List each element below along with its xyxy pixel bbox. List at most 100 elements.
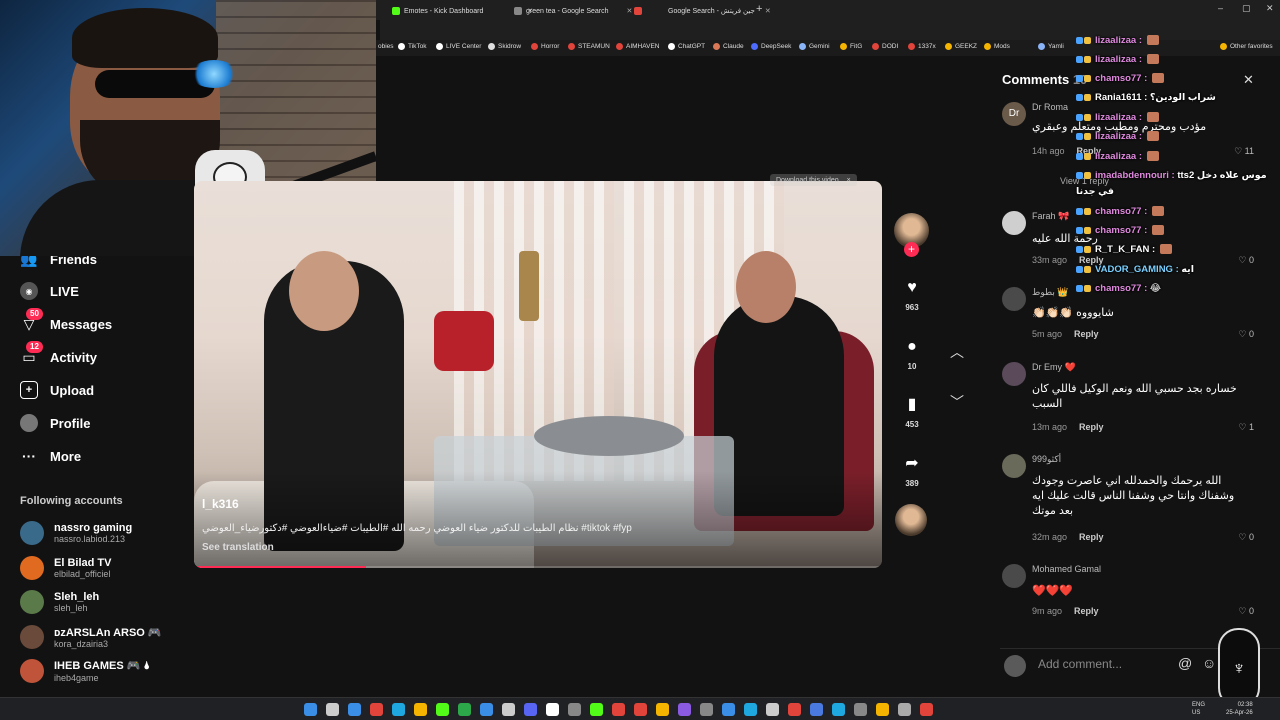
avatar[interactable]	[1002, 454, 1026, 478]
bookmark[interactable]: AIMHAVEN	[616, 43, 659, 50]
add-comment-input[interactable]: Add comment...	[1038, 657, 1122, 671]
bookmark[interactable]: obies	[378, 43, 394, 50]
explorer-icon[interactable]	[414, 703, 427, 716]
app-icon[interactable]	[700, 703, 713, 716]
app-icon[interactable]	[854, 703, 867, 716]
app-icon[interactable]	[766, 703, 779, 716]
app-icon[interactable]	[634, 703, 647, 716]
avatar[interactable]: Dr	[1002, 102, 1026, 126]
app-icon[interactable]	[568, 703, 581, 716]
nav-item-activity[interactable]: ▭ 12 Activity	[20, 341, 97, 366]
app-icon[interactable]	[744, 703, 757, 716]
new-tab-button[interactable]: +	[756, 3, 762, 15]
bookmark[interactable]: Yamli	[1038, 43, 1064, 50]
app-icon[interactable]	[722, 703, 735, 716]
edge-icon[interactable]	[348, 703, 361, 716]
taskbar-clock[interactable]: 02:38 25-Apr-26	[1226, 701, 1253, 717]
app-icon[interactable]	[898, 703, 911, 716]
comment-like-button[interactable]: ♡ 0	[1238, 329, 1254, 340]
bookmark[interactable]: TikTok	[398, 43, 427, 50]
app-icon[interactable]	[612, 703, 625, 716]
app-icon[interactable]	[480, 703, 493, 716]
comment-author[interactable]: Dr Roma	[1032, 102, 1068, 112]
comment-like-button[interactable]: ♡ 0	[1238, 255, 1254, 266]
avatar[interactable]	[1002, 564, 1026, 588]
reply-button[interactable]: Reply	[1074, 606, 1099, 616]
bookmark[interactable]: DeepSeek	[751, 43, 791, 50]
bookmark[interactable]: 1337x	[908, 43, 936, 50]
next-video-icon[interactable]: ﹀	[950, 392, 964, 412]
comment-author[interactable]: Mohamed Gamal	[1032, 564, 1101, 574]
following-account[interactable]: IHEB GAMES 🎮 🌢 iheb4game	[20, 659, 150, 683]
browser-tab[interactable]	[634, 3, 642, 19]
avatar[interactable]	[1002, 211, 1026, 235]
reply-button[interactable]: Reply	[1074, 329, 1099, 339]
bookmark[interactable]: STEAMUN	[568, 43, 610, 50]
comment-author[interactable]: Farah 🎀	[1032, 211, 1069, 222]
app-icon[interactable]	[876, 703, 889, 716]
reply-button[interactable]: Reply	[1079, 422, 1104, 432]
nav-item-more[interactable]: ··· More	[20, 447, 81, 465]
chrome-icon[interactable]	[392, 703, 405, 716]
close-window-icon[interactable]: ✕	[1266, 3, 1274, 14]
share-button[interactable]: ➦ 389	[896, 453, 928, 488]
emoji-icon[interactable]: ☺	[1202, 655, 1216, 671]
kick-icon[interactable]	[436, 703, 449, 716]
bookmark[interactable]: FitG	[840, 43, 862, 50]
close-icon[interactable]: ×	[847, 177, 851, 184]
search-icon[interactable]	[326, 703, 339, 716]
video-author[interactable]: l_k316	[202, 497, 239, 511]
bookmark[interactable]: DODI	[872, 43, 898, 50]
mention-icon[interactable]: @	[1178, 655, 1192, 671]
app-icon[interactable]	[546, 703, 559, 716]
close-tab-icon[interactable]: ✕	[765, 7, 771, 15]
minimize-icon[interactable]: –	[1218, 3, 1223, 13]
comment-author[interactable]: 999أكثو	[1032, 454, 1061, 465]
following-account[interactable]: ᴅᴢARSLAn ARSO 🎮 kora_dzairia3	[20, 625, 162, 649]
nav-item-messages[interactable]: ▽ 50 Messages	[20, 308, 112, 333]
following-account[interactable]: nassro gaming nassro.labiod.213	[20, 521, 132, 545]
video-player[interactable]: l_k316 نظام الطيبات للدكتور ضياء العوضي …	[194, 181, 882, 568]
video-progress-bar[interactable]	[194, 566, 882, 568]
bookmark[interactable]: Mods	[984, 43, 1010, 50]
language-indicator[interactable]: ENG US	[1192, 701, 1205, 717]
bookmark[interactable]: Other favorites	[1220, 43, 1273, 50]
comment-like-button[interactable]: ♡ 0	[1238, 606, 1254, 617]
avatar[interactable]	[1002, 287, 1026, 311]
nav-item-upload[interactable]: + Upload	[20, 381, 94, 399]
bookmark[interactable]: ChatGPT	[668, 43, 705, 50]
app-icon[interactable]	[590, 703, 603, 716]
save-button[interactable]: ▮ 453	[896, 394, 928, 429]
like-button[interactable]: ♥ 963	[896, 277, 928, 312]
comment-author[interactable]: بطوط 👑	[1032, 287, 1069, 298]
app-icon[interactable]	[656, 703, 669, 716]
following-account[interactable]: Sleh_leh sleh_leh	[20, 590, 99, 614]
follow-plus-button[interactable]: +	[904, 242, 919, 257]
discord-icon[interactable]	[524, 703, 537, 716]
app-icon[interactable]	[678, 703, 691, 716]
maximize-icon[interactable]: ▢	[1242, 3, 1251, 14]
bookmark[interactable]: Claude	[713, 43, 744, 50]
comment-button[interactable]: ● 10	[896, 336, 928, 371]
app-icon[interactable]	[920, 703, 933, 716]
previous-video-icon[interactable]: ︿	[950, 342, 964, 362]
comment-author[interactable]: Dr Emy ❤️	[1032, 362, 1076, 373]
nav-item-live[interactable]: ◉ LIVE	[20, 282, 79, 300]
browser-tab[interactable]: green tea - Google Search ✕	[514, 3, 632, 19]
bookmark[interactable]: GEEKZ	[945, 43, 977, 50]
avatar[interactable]	[1002, 362, 1026, 386]
close-tab-icon[interactable]: ✕	[627, 7, 633, 15]
following-account[interactable]: El Bilad TV elbilad_officiel	[20, 556, 111, 580]
reply-button[interactable]: Reply	[1079, 532, 1104, 542]
bookmark[interactable]: Horror	[531, 43, 559, 50]
bookmark[interactable]: LIVE Center	[436, 43, 481, 50]
brave-icon[interactable]	[370, 703, 383, 716]
sound-avatar[interactable]	[895, 504, 927, 536]
start-icon[interactable]	[304, 703, 317, 716]
see-translation-link[interactable]: See translation	[202, 542, 274, 553]
comment-like-button[interactable]: ♡ 11	[1234, 146, 1254, 157]
bookmark[interactable]: Gemini	[799, 43, 830, 50]
download-video-button[interactable]: Download this video ×	[770, 174, 857, 186]
bookmark[interactable]: Skidrow	[488, 43, 521, 50]
app-icon[interactable]	[502, 703, 515, 716]
